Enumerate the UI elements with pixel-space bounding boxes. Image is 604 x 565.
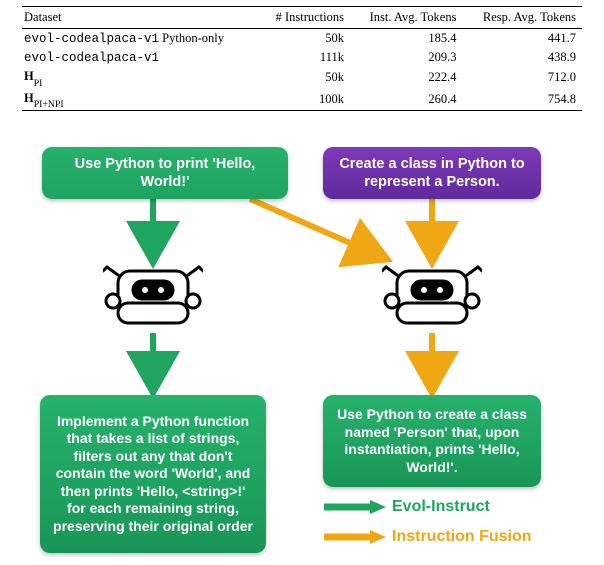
resp-avg-cell: 438.9 (462, 48, 582, 67)
instructions-cell: 100k (259, 89, 350, 111)
dataset-name-cell: HPI+NPI (22, 89, 259, 111)
dataset-table: Dataset # Instructions Inst. Avg. Tokens… (22, 6, 582, 111)
resp-avg-cell: 754.8 (462, 89, 582, 111)
th-inst-tokens: Inst. Avg. Tokens (350, 7, 462, 29)
robot-right-icon (382, 263, 482, 329)
table-row: HPI50k222.4712.0 (22, 67, 582, 89)
legend-evol-instruct: Evol-Instruct (322, 498, 490, 516)
robot-left-icon (103, 263, 203, 329)
legend-fusion-arrow-icon (322, 530, 386, 544)
input-box-green: Use Python to print 'Hello, World!' (42, 147, 288, 199)
inst-avg-cell: 209.3 (350, 48, 462, 67)
instructions-cell: 111k (259, 48, 350, 67)
th-instructions: # Instructions (259, 7, 350, 29)
output-box-right-text: Use Python to create a class named 'Pers… (333, 406, 531, 476)
dataset-name-cell: HPI (22, 67, 259, 89)
inst-avg-cell: 222.4 (350, 67, 462, 89)
dataset-table-body: evol-codealpaca-v1 Python-only50k185.444… (22, 29, 582, 111)
output-box-left: Implement a Python function that takes a… (40, 395, 266, 553)
inst-avg-cell: 185.4 (350, 29, 462, 49)
input-box-purple-text: Create a class in Python to represent a … (333, 155, 531, 191)
instructions-cell: 50k (259, 67, 350, 89)
dataset-name-cell: evol-codealpaca-v1 (22, 48, 259, 67)
inst-avg-cell: 260.4 (350, 89, 462, 111)
table-row: HPI+NPI100k260.4754.8 (22, 89, 582, 111)
instructions-cell: 50k (259, 29, 350, 49)
output-box-right: Use Python to create a class named 'Pers… (323, 395, 541, 487)
table-row: evol-codealpaca-v1111k209.3438.9 (22, 48, 582, 67)
diagram: Use Python to print 'Hello, World!' Crea… (0, 141, 604, 565)
input-box-purple: Create a class in Python to represent a … (323, 147, 541, 199)
dataset-name-cell: evol-codealpaca-v1 Python-only (22, 29, 259, 49)
legend-fusion-label: Instruction Fusion (392, 528, 532, 546)
legend-instruction-fusion: Instruction Fusion (322, 528, 532, 546)
th-dataset: Dataset (22, 7, 259, 29)
th-resp-tokens: Resp. Avg. Tokens (462, 7, 582, 29)
legend-evol-label: Evol-Instruct (392, 498, 490, 516)
resp-avg-cell: 441.7 (462, 29, 582, 49)
table-row: evol-codealpaca-v1 Python-only50k185.444… (22, 29, 582, 49)
legend-evol-arrow-icon (322, 500, 386, 514)
output-box-left-text: Implement a Python function that takes a… (50, 413, 256, 536)
input-box-green-text: Use Python to print 'Hello, World!' (52, 155, 278, 191)
resp-avg-cell: 712.0 (462, 67, 582, 89)
